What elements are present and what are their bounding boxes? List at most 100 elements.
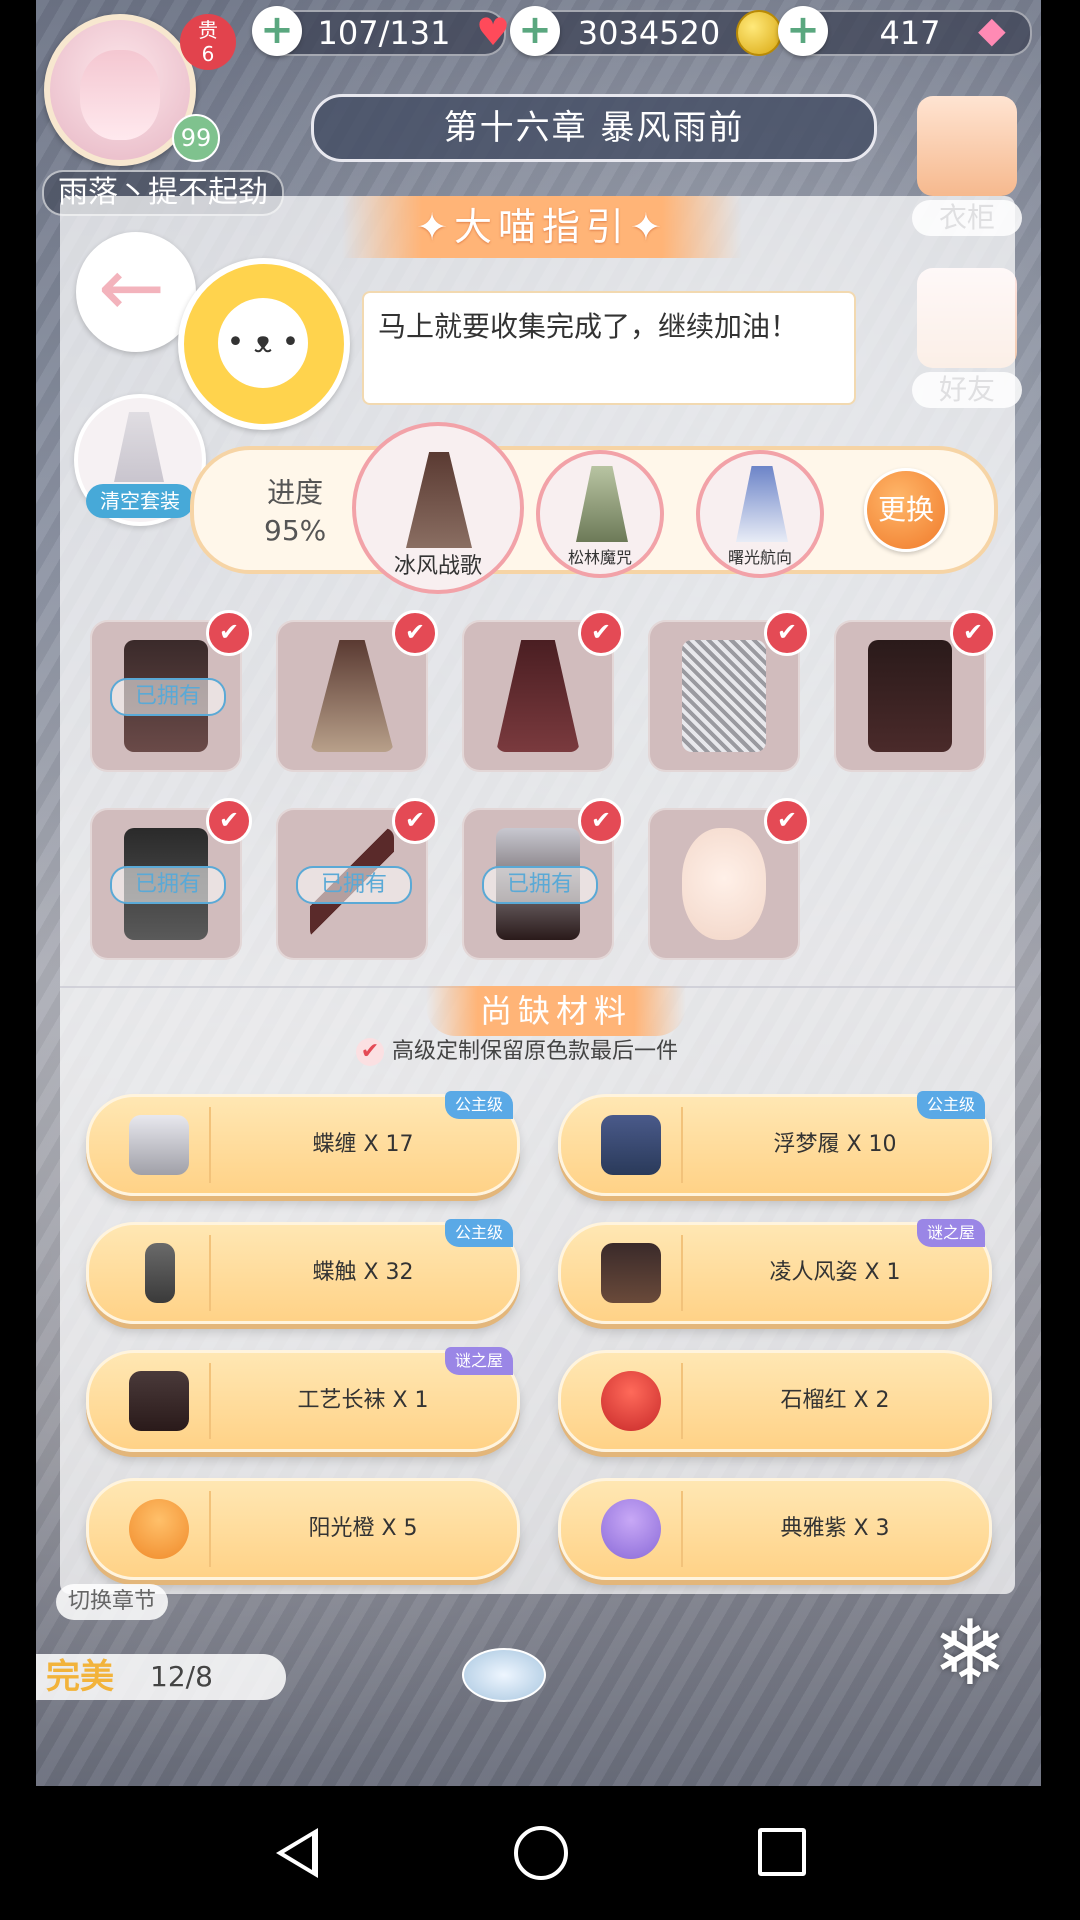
suit-option-2-figure: [736, 466, 788, 542]
check-icon: ✔: [764, 610, 810, 656]
material-button[interactable]: 典雅紫 X 3: [558, 1478, 992, 1580]
material-separator: [681, 1235, 683, 1311]
material-name: 石榴红 X 2: [780, 1388, 890, 1413]
missing-materials-title: 尚缺材料: [426, 986, 686, 1036]
material-button[interactable]: 浮梦履 X 10 公主级: [558, 1091, 992, 1196]
material-separator: [209, 1363, 211, 1439]
material-tag: 谜之屋: [444, 1347, 513, 1375]
suit-option-2[interactable]: 曙光航向: [696, 450, 824, 578]
add-stamina-button[interactable]: +: [252, 6, 302, 56]
perfect-count: 12/8: [150, 1660, 213, 1693]
switch-chapter-button[interactable]: 切换章节: [56, 1584, 169, 1620]
progress-value: 95%: [264, 514, 327, 547]
suit-option-1-figure: [576, 466, 628, 542]
orange-dye-icon: [129, 1499, 189, 1559]
clear-suit-button[interactable]: 清空套装: [74, 394, 206, 526]
check-icon: ✔: [392, 610, 438, 656]
snowflake-icon[interactable]: ❄: [920, 1604, 1020, 1704]
progress-title: 进度: [267, 476, 324, 509]
hair-clip-icon: [145, 1243, 175, 1303]
material-button[interactable]: 石榴红 X 2: [558, 1350, 992, 1452]
check-icon: ✔: [206, 610, 252, 656]
material-tag: 公主级: [916, 1091, 985, 1119]
material-button[interactable]: 阳光橙 X 5: [86, 1478, 520, 1580]
item-coat[interactable]: ✔: [462, 610, 624, 772]
item-hair[interactable]: 已拥有 ✔: [90, 610, 252, 772]
suit-current-label: 冰风战歌: [393, 554, 482, 579]
item-socks[interactable]: ✔: [648, 610, 810, 772]
vip-label: 贵: [198, 18, 218, 42]
purple-dye-icon: [601, 1499, 661, 1559]
suit-option-2-label: 曙光航向: [727, 548, 792, 567]
owned-badge: 已拥有: [296, 866, 412, 904]
cat-guide-avatar: • ᴥ •: [178, 258, 350, 430]
dress-icon: [114, 412, 164, 482]
item-gloves[interactable]: 已拥有 ✔: [462, 798, 624, 960]
suit-option-1-label: 松林魔咒: [567, 548, 632, 567]
suit-current-figure: [406, 452, 472, 548]
diamonds-value: 417: [879, 14, 941, 52]
system-nav-bar: [0, 1786, 1080, 1920]
owned-badge: 已拥有: [482, 866, 598, 904]
keep-original-label: 高级定制保留原色款最后一件: [392, 1039, 679, 1064]
suit-current[interactable]: 冰风战歌: [352, 422, 524, 594]
red-dye-icon: [601, 1371, 661, 1431]
jacket-icon: [601, 1243, 661, 1303]
cat-face-icon: • ᴥ •: [218, 298, 308, 388]
perfect-progress: 完美 12/8: [36, 1654, 286, 1700]
item-makeup[interactable]: ✔: [648, 798, 810, 960]
boots-icon: [868, 640, 952, 752]
map-stage-node[interactable]: [462, 1648, 546, 1702]
check-icon: ✔: [392, 798, 438, 844]
material-separator: [681, 1491, 683, 1567]
progress-label: 进度 95%: [264, 474, 326, 550]
coat-icon: [496, 640, 580, 752]
stamina-value: 107/131: [317, 14, 451, 52]
dress-icon: [310, 640, 394, 752]
material-separator: [681, 1363, 683, 1439]
chapter-title: 第十六章 暴风雨前: [311, 94, 877, 162]
clear-suit-label: 清空套装: [86, 484, 194, 518]
check-icon: ✔: [578, 798, 624, 844]
check-icon: ✔: [950, 610, 996, 656]
suit-option-1[interactable]: 松林魔咒: [536, 450, 664, 578]
guide-panel: ✦大喵指引✦ ← • ᴥ • 马上就要收集完成了，继续加油！ 清空套装 进度 9…: [60, 196, 1015, 1594]
material-button[interactable]: 蝶缠 X 17 公主级: [86, 1091, 520, 1196]
swap-suit-button[interactable]: 更换: [864, 468, 948, 552]
item-headwear[interactable]: 已拥有 ✔: [90, 798, 252, 960]
face-makeup-icon: [682, 828, 766, 940]
item-sword[interactable]: 已拥有 ✔: [276, 798, 438, 960]
add-coins-button[interactable]: +: [510, 6, 560, 56]
suit-progress-bar: 进度 95% 冰风战歌 松林魔咒 曙光航向 更换: [190, 422, 998, 594]
nav-back-icon[interactable]: [276, 1828, 318, 1878]
socks-icon: [682, 640, 766, 752]
owned-badge: 已拥有: [110, 678, 226, 716]
material-separator: [209, 1491, 211, 1567]
material-separator: [209, 1235, 211, 1311]
check-icon: ✔: [764, 798, 810, 844]
material-button[interactable]: 凌人风姿 X 1 谜之屋: [558, 1219, 992, 1324]
back-arrow-icon: ←: [98, 241, 166, 334]
material-separator: [681, 1107, 683, 1183]
nav-home-icon[interactable]: [514, 1826, 568, 1880]
player-level-badge: 99: [172, 114, 220, 162]
nav-recent-apps-icon[interactable]: [758, 1828, 806, 1876]
keep-original-option[interactable]: ✔ 高级定制保留原色款最后一件: [356, 1034, 678, 1070]
perfect-label: 完美: [46, 1657, 114, 1697]
vip-level: 6: [201, 42, 215, 66]
material-name: 阳光橙 X 5: [308, 1516, 418, 1541]
material-button[interactable]: 工艺长袜 X 1 谜之屋: [86, 1347, 520, 1452]
owned-badge: 已拥有: [110, 866, 226, 904]
stockings-icon: [129, 1371, 189, 1431]
vip-badge[interactable]: 贵 6: [180, 14, 236, 70]
high-heels-icon: [129, 1115, 189, 1175]
material-separator: [209, 1107, 211, 1183]
checkbox-check-icon[interactable]: ✔: [356, 1038, 384, 1066]
material-button[interactable]: 蝶触 X 32 公主级: [86, 1219, 520, 1324]
item-dress[interactable]: ✔: [276, 610, 438, 772]
shoes-icon: [601, 1115, 661, 1175]
speech-text: 马上就要收集完成了，继续加油！: [378, 310, 799, 343]
item-shoes[interactable]: ✔: [834, 610, 996, 772]
add-diamonds-button[interactable]: +: [778, 6, 828, 56]
wardrobe-icon: [917, 96, 1017, 196]
